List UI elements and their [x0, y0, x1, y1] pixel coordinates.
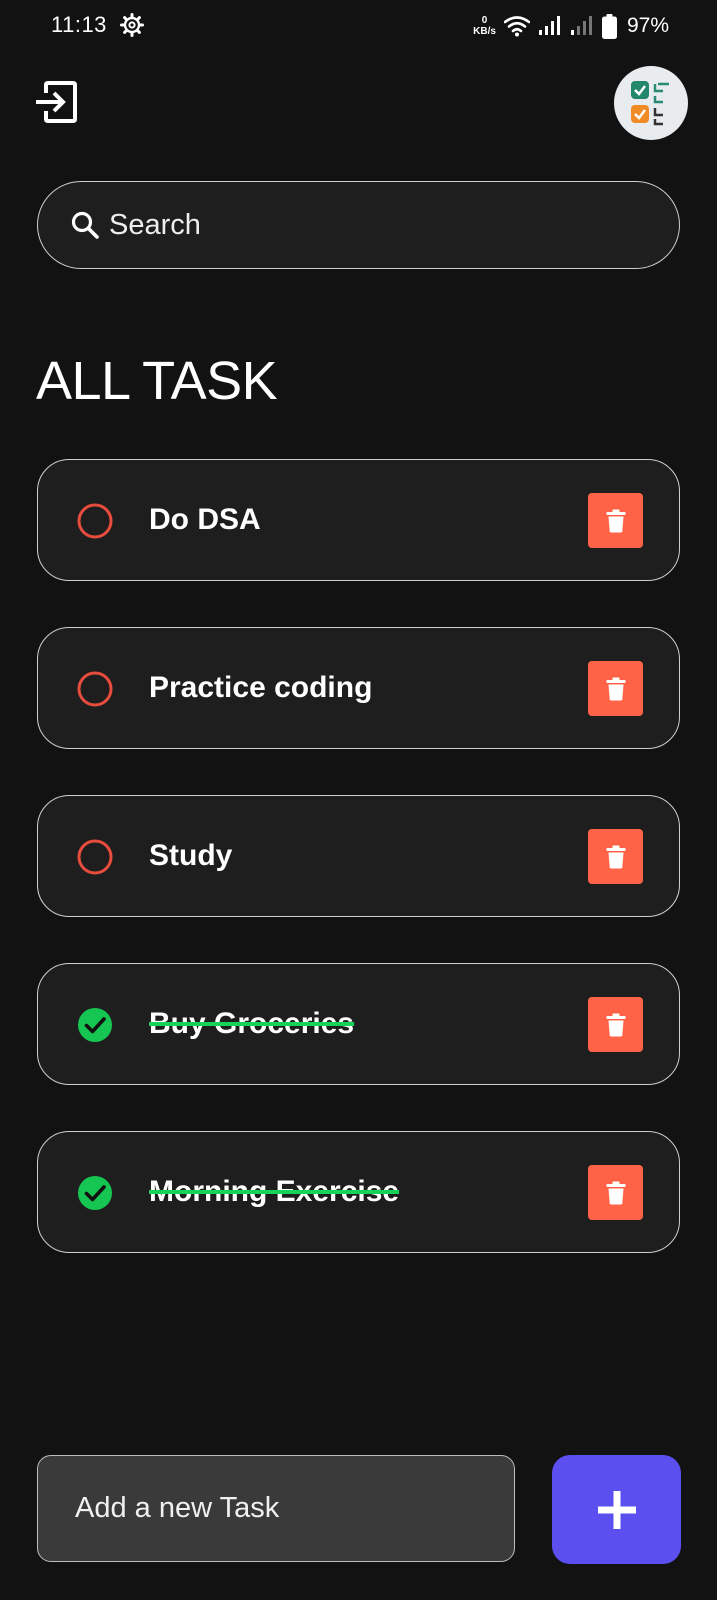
add-task-button[interactable] — [552, 1455, 681, 1564]
check-circle-icon — [78, 1008, 112, 1042]
search-bar[interactable] — [37, 181, 680, 269]
task-item[interactable]: Do DSA — [37, 459, 680, 581]
task-done-checkbox[interactable] — [77, 1007, 113, 1043]
task-item[interactable]: Study — [37, 795, 680, 917]
network-speed: 0 KB/s — [473, 15, 496, 37]
status-indicators: 0 KB/s 97% — [473, 10, 669, 42]
task-title: Study — [149, 839, 233, 872]
search-input[interactable] — [109, 208, 679, 242]
task-item[interactable]: Buy Groceries — [37, 963, 680, 1085]
logout-icon — [36, 81, 77, 123]
signal-weak-icon — [570, 16, 592, 35]
task-item[interactable]: Practice coding — [37, 627, 680, 749]
network-speed-unit: KB/s — [473, 26, 496, 37]
task-item[interactable]: Morning Exercise — [37, 1131, 680, 1253]
empty-circle-icon — [77, 503, 113, 539]
task-list: Do DSA Practice coding Study Buy Groceries M… — [37, 459, 680, 1299]
task-title: Do DSA — [149, 503, 261, 536]
add-task-input[interactable] — [75, 1492, 475, 1525]
trash-icon — [606, 677, 625, 700]
avatar[interactable] — [614, 66, 688, 140]
check-circle-icon — [78, 1176, 112, 1210]
checklist-app-icon — [631, 81, 669, 126]
status-bar: 11:13 0 KB/s 97% — [0, 0, 717, 54]
battery-icon — [601, 13, 617, 39]
task-title: Buy Groceries — [149, 1007, 355, 1040]
network-speed-value: 0 — [481, 15, 488, 26]
empty-circle-icon — [77, 671, 113, 707]
trash-icon — [606, 1181, 625, 1204]
signal-icon — [538, 16, 560, 35]
plus-icon — [597, 1490, 636, 1529]
search-icon — [71, 211, 99, 239]
delete-task-button[interactable] — [588, 1165, 643, 1220]
task-pending-checkbox[interactable] — [77, 839, 113, 875]
task-title: Practice coding — [149, 671, 373, 704]
task-done-checkbox[interactable] — [77, 1175, 113, 1211]
trash-icon — [606, 1013, 625, 1036]
page-title: ALL TASK — [36, 351, 278, 411]
wifi-icon — [503, 16, 530, 37]
task-title: Morning Exercise — [149, 1175, 400, 1208]
empty-circle-icon — [77, 839, 113, 875]
delete-task-button[interactable] — [588, 829, 643, 884]
status-time: 11:13 — [51, 12, 107, 37]
trash-icon — [606, 845, 625, 868]
task-pending-checkbox[interactable] — [77, 671, 113, 707]
delete-task-button[interactable] — [588, 997, 643, 1052]
logout-button[interactable] — [34, 80, 78, 124]
battery-percent: 97% — [626, 14, 669, 37]
task-pending-checkbox[interactable] — [77, 503, 113, 539]
settings-gear-icon — [120, 13, 144, 37]
add-task-field[interactable] — [37, 1455, 515, 1562]
delete-task-button[interactable] — [588, 493, 643, 548]
delete-task-button[interactable] — [588, 661, 643, 716]
trash-icon — [606, 509, 625, 532]
